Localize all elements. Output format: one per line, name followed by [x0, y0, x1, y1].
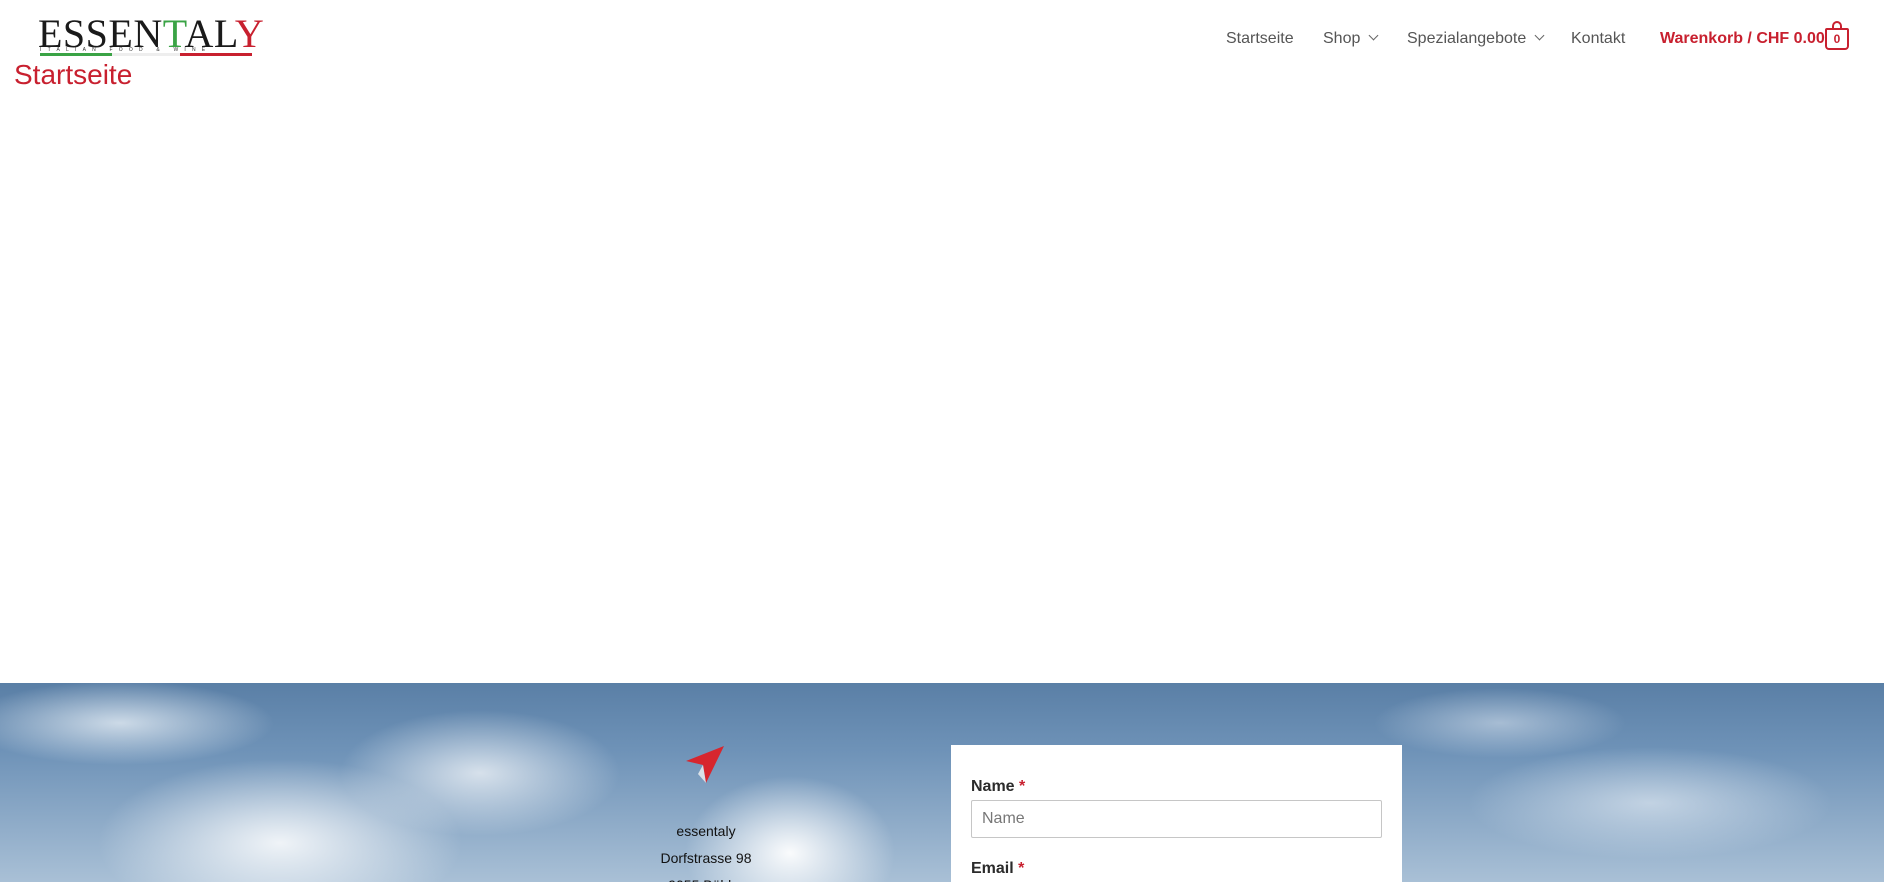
nav-item-kontakt[interactable]: Kontakt [1571, 28, 1625, 50]
email-field-label: Email * [971, 860, 1025, 877]
required-asterisk: * [1019, 778, 1026, 795]
site-header: ESSENTALY ITALIAN FOOD & WINE Startseite… [0, 0, 1884, 80]
address-street: Dorfstrasse 98 [660, 850, 752, 866]
required-asterisk: * [1018, 860, 1025, 877]
name-field-label: Name * [971, 778, 1026, 795]
address-company: essentaly [676, 823, 736, 839]
chevron-down-icon [1534, 30, 1545, 41]
location-arrow-icon [686, 746, 724, 783]
address-block: essentaly Dorfstrasse 98 9055 Bühler [606, 818, 806, 882]
nav-item-label: Startseite [1226, 30, 1294, 47]
cart-link[interactable]: Warenkorb / CHF 0.00 [1660, 28, 1825, 50]
nav-item-label: Shop [1323, 30, 1361, 47]
nav-item-label: Kontakt [1571, 30, 1626, 47]
shopping-bag-icon[interactable]: 0 [1825, 21, 1849, 50]
nav-item-spezialangebote[interactable]: Spezialangebote [1407, 28, 1545, 50]
cart-count-badge: 0 [1833, 32, 1841, 46]
footer-section: essentaly Dorfstrasse 98 9055 Bühler Nam… [0, 683, 1884, 882]
name-input[interactable] [971, 800, 1382, 838]
logo-stripe-red [180, 53, 252, 56]
essentaly-logo[interactable]: ESSENTALY ITALIAN FOOD & WINE [38, 14, 264, 60]
chevron-down-icon [1368, 30, 1379, 41]
nav-item-startseite[interactable]: Startseite [1226, 28, 1294, 50]
page-title: Startseite [14, 59, 133, 90]
address-city: 9055 Bühler [606, 872, 806, 882]
nav-item-shop[interactable]: Shop [1323, 28, 1379, 50]
contact-form: Name * Email * [951, 745, 1402, 882]
nav-item-label: Spezialangebote [1407, 30, 1527, 47]
logo-stripe-green [40, 53, 112, 56]
